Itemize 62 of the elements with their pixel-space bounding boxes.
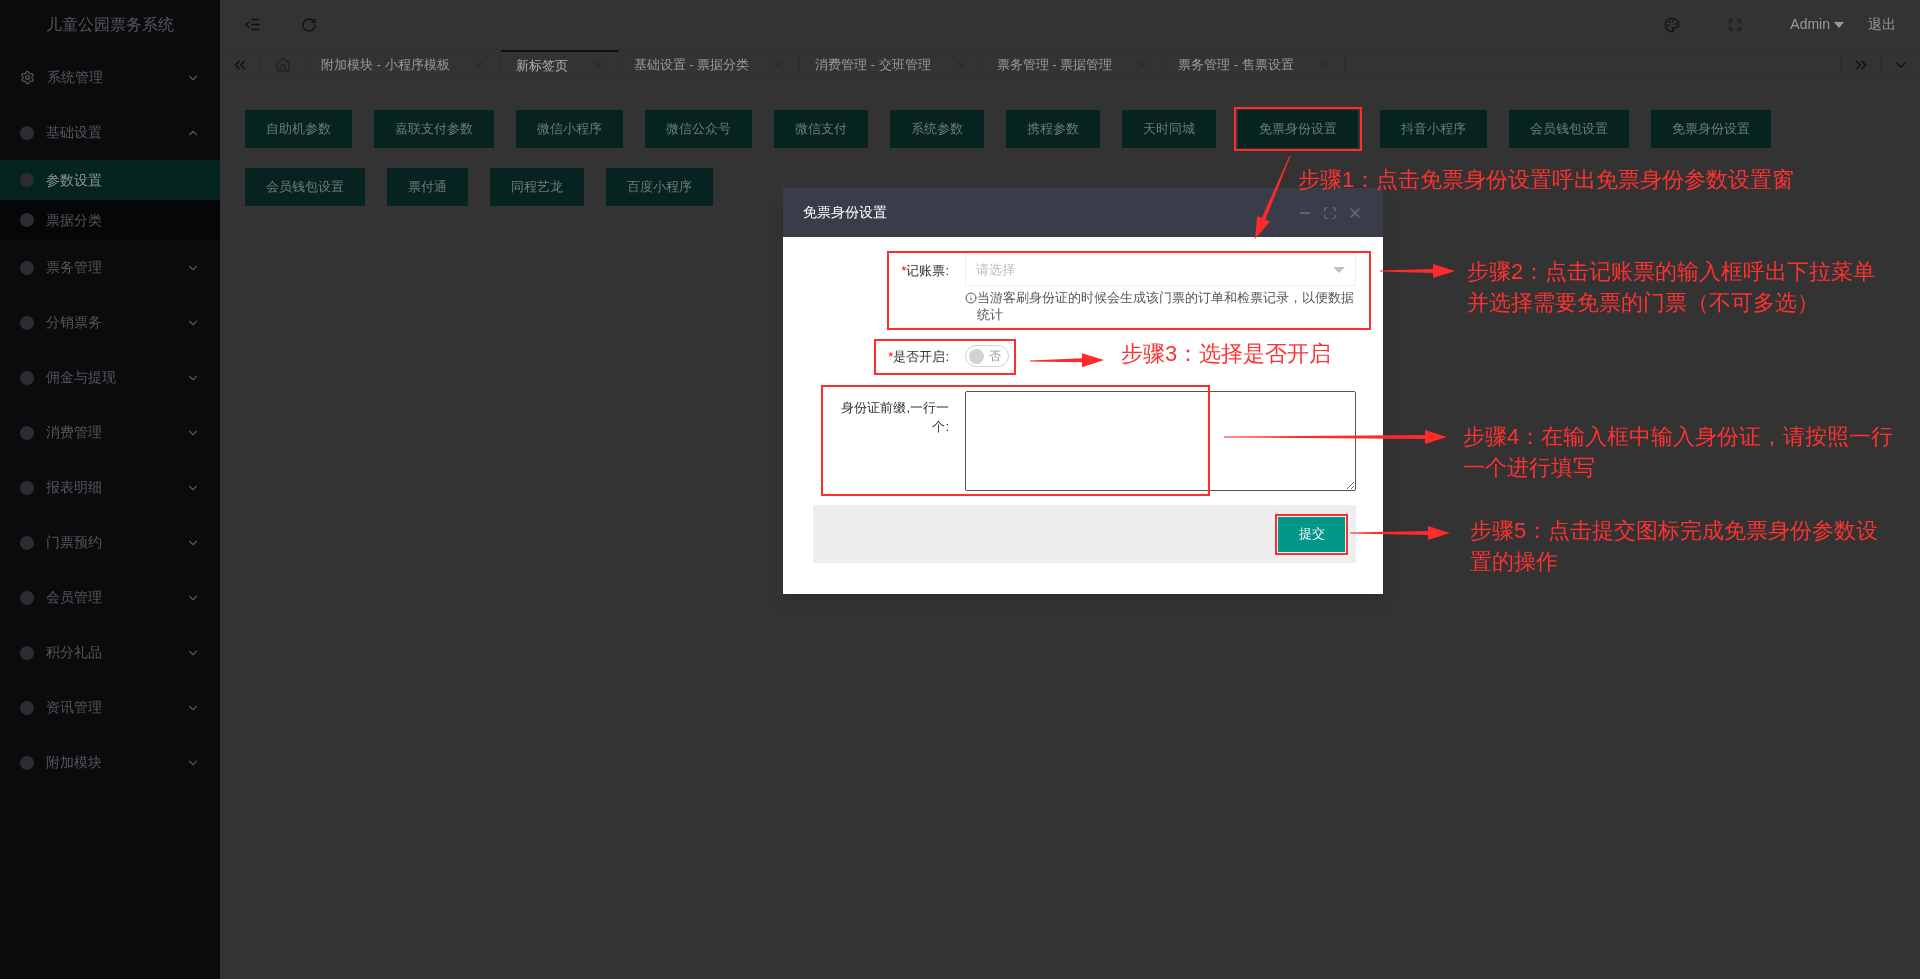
settings-button[interactable]: 免票身份设置 xyxy=(1651,110,1771,148)
sidebar-item[interactable]: 资讯管理 xyxy=(0,680,220,735)
select-field[interactable]: 请选择 xyxy=(965,254,1356,286)
tab[interactable]: 新标签页 xyxy=(500,50,619,79)
step-annotation: 步骤2：点击记账票的输入框呼出下拉菜单并选择需要免票的门票（不可多选） xyxy=(1467,258,1877,317)
sidebar-item[interactable]: 门票预约 xyxy=(0,515,220,570)
palette-icon[interactable] xyxy=(1664,16,1681,33)
caret-icon xyxy=(1834,21,1844,28)
settings-button[interactable]: 携程参数 xyxy=(1006,110,1100,148)
sidebar-item[interactable]: 系统管理 xyxy=(0,50,220,105)
sidebar-subitem[interactable]: 参数设置 xyxy=(0,160,220,200)
step-annotation: 步骤5：点击提交图标完成免票身份参数设置的操作 xyxy=(1470,517,1880,576)
menu-icon[interactable] xyxy=(244,16,261,33)
tab[interactable]: 票务管理 - 售票设置 xyxy=(1163,50,1345,79)
gear-icon xyxy=(20,70,35,85)
sidebar-item[interactable]: 分销票务 xyxy=(0,295,220,350)
settings-button[interactable]: 免票身份设置 xyxy=(1238,110,1358,148)
toggle-switch[interactable]: 否 xyxy=(965,345,1009,367)
text-area[interactable] xyxy=(965,391,1356,491)
sidebar-item[interactable]: 报表明细 xyxy=(0,460,220,515)
tab[interactable]: 附加模块 - 小程序模板 xyxy=(306,50,501,79)
fullscreen-icon[interactable] xyxy=(1728,17,1743,32)
field-label: *是否开启: xyxy=(888,347,949,366)
settings-button[interactable]: 天时同城 xyxy=(1122,110,1216,148)
field-label: *记账票: xyxy=(901,262,949,280)
tab[interactable]: 消费管理 - 交班管理 xyxy=(800,50,982,79)
sidebar-item[interactable]: 消费管理 xyxy=(0,405,220,460)
submit-button[interactable]: 提交 xyxy=(1278,516,1345,552)
settings-button[interactable]: 抖音小程序 xyxy=(1380,110,1487,148)
settings-button[interactable]: 百度小程序 xyxy=(606,168,713,206)
caret-icon xyxy=(1333,267,1345,273)
settings-button[interactable]: 自助机参数 xyxy=(245,110,352,148)
field-hint: 当游客刷身份证的时候会生成该门票的订单和检票记录，以便数据统计 xyxy=(977,289,1355,323)
tab[interactable]: 基础设置 - 票据分类 xyxy=(618,50,801,79)
refresh-icon[interactable] xyxy=(301,16,317,33)
step-annotation: 步骤1：点击免票身份设置呼出免票身份参数设置窗 xyxy=(1298,166,1796,194)
settings-button[interactable]: 微信支付 xyxy=(774,110,868,148)
dialog-title: 免票身份设置 xyxy=(803,203,888,222)
logout-link[interactable]: 退出 xyxy=(1868,14,1896,35)
settings-button[interactable]: 微信公众号 xyxy=(645,110,752,148)
tab[interactable]: 票务管理 - 票据管理 xyxy=(981,50,1164,79)
sidebar-item[interactable]: 会员管理 xyxy=(0,570,220,625)
settings-button[interactable]: 嘉联支付参数 xyxy=(374,110,494,148)
settings-button[interactable]: 微信小程序 xyxy=(516,110,623,148)
sidebar-item[interactable]: 附加模块 xyxy=(0,735,220,790)
user-menu[interactable]: Admin xyxy=(1790,14,1844,35)
step-annotation: 步骤3：选择是否开启 xyxy=(1121,340,1333,368)
sidebar-item[interactable]: 积分礼品 xyxy=(0,625,220,680)
settings-button[interactable]: 会员钱包设置 xyxy=(245,168,365,206)
step-annotation: 步骤4：在输入框中输入身份证，请按照一行一个进行填写 xyxy=(1463,423,1895,482)
settings-button[interactable]: 同程艺龙 xyxy=(490,168,584,206)
sidebar-subitem[interactable]: 票据分类 xyxy=(0,200,220,240)
maximize-icon[interactable] xyxy=(1323,205,1337,220)
sidebar-item[interactable]: 佣金与提现 xyxy=(0,350,220,405)
settings-button[interactable]: 票付通 xyxy=(387,168,468,206)
sidebar-item[interactable]: 票务管理 xyxy=(0,240,220,295)
app-title: 儿童公园票务系统 xyxy=(46,15,174,35)
info-icon xyxy=(965,292,977,304)
sidebar-item[interactable]: 基础设置 xyxy=(0,105,220,160)
settings-button[interactable]: 系统参数 xyxy=(890,110,984,148)
field-label: 身份证前缀,一行一个: xyxy=(840,399,949,436)
settings-button[interactable]: 会员钱包设置 xyxy=(1509,110,1629,148)
